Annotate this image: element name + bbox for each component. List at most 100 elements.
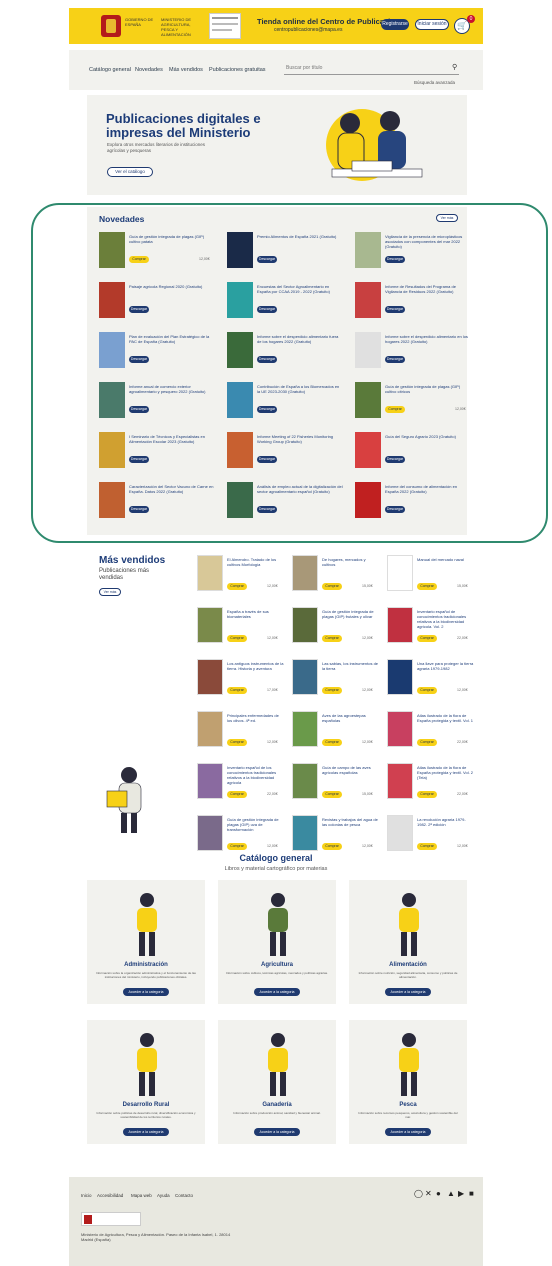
book-title[interactable]: Guía de gestión integrada de plagas (GIP… [129,234,215,244]
buy-button[interactable]: Comprar [417,635,437,642]
store-email[interactable]: centropublicaciones@mapa.es [274,27,342,33]
buy-button[interactable]: Comprar [385,406,405,413]
book-cover-image[interactable] [292,763,318,799]
book-title[interactable]: Guía de campo de las aves agrícolas espa… [322,765,380,775]
novedad-card[interactable]: Informe de Resultados del Programa de Vi… [355,282,475,322]
book-cover-image[interactable] [99,232,125,268]
book-cover-image[interactable] [355,432,381,468]
category-card[interactable]: Agricultura Información sobre cultivos, t… [218,880,336,1004]
novedad-card[interactable]: Informe Meeting of 22 Fisheries Monitori… [227,432,347,472]
book-title[interactable]: Encuestas del Sector Agroalimentario en … [257,284,343,294]
book-title[interactable]: Atlas ilustrado de la flora de España pr… [417,765,475,780]
novedad-card[interactable]: Informe sobre el desperdicio alimentario… [227,332,347,372]
download-button[interactable]: Descargar [385,256,405,263]
book-cover-image[interactable] [197,659,223,695]
download-button[interactable]: Descargar [257,506,277,513]
buy-button[interactable]: Comprar [129,256,149,263]
book-cover-image[interactable] [227,432,253,468]
book-title[interactable]: Informe de Resultados del Programa de Vi… [385,284,471,294]
book-cover-image[interactable] [355,232,381,268]
download-button[interactable]: Descargar [129,356,149,363]
bestseller-card[interactable]: Los antiguos instrumentos de la tierra. … [197,659,287,699]
buy-button[interactable]: Comprar [227,843,247,850]
book-title[interactable]: Guía de gestión integrada de plagas (GIP… [385,384,471,394]
book-title[interactable]: Informe sobre el desperdicio alimentario… [257,334,343,344]
book-cover-image[interactable] [355,282,381,318]
youtube-icon[interactable]: ▶ [458,1189,464,1198]
nav-catalogo[interactable]: Catálogo general [89,67,131,73]
book-title[interactable]: De hogares, mercados y cultivos [322,557,380,567]
footer-link-contacto[interactable]: Contacto [175,1193,193,1198]
bestseller-card[interactable]: Inventario español de conocimientos trad… [387,607,477,647]
book-title[interactable]: Informe del consumo de alimentación en E… [385,484,471,494]
book-title[interactable]: España a través de sus biomateriales [227,609,285,619]
novedad-card[interactable]: Informe sobre el desperdicio alimentario… [355,332,475,372]
download-button[interactable]: Descargar [257,256,277,263]
buy-button[interactable]: Comprar [417,583,437,590]
book-cover-image[interactable] [387,763,413,799]
buy-button[interactable]: Comprar [322,583,342,590]
book-cover-image[interactable] [355,332,381,368]
book-title[interactable]: Contribución de España a los Biomercados… [257,384,343,394]
buy-button[interactable]: Comprar [227,739,247,746]
download-button[interactable]: Descargar [257,306,277,313]
buy-button[interactable]: Comprar [227,635,247,642]
bestseller-card[interactable]: Guía de campo de las aves agrícolas espa… [292,763,382,803]
book-cover-image[interactable] [227,232,253,268]
download-button[interactable]: Descargar [385,306,405,313]
book-cover-image[interactable] [227,332,253,368]
nav-novedades[interactable]: Novedades [135,67,163,73]
download-button[interactable]: Descargar [129,506,149,513]
book-cover-image[interactable] [387,607,413,643]
search-icon[interactable]: ⚲ [452,63,457,71]
book-title[interactable]: El Almendro. Tratado de los cultivos Mor… [227,557,285,567]
footer-link-ayuda[interactable]: Ayuda [157,1193,170,1198]
buy-button[interactable]: Comprar [417,687,437,694]
novedad-card[interactable]: Informe anual de comercio exterior agroa… [99,382,219,422]
book-title[interactable]: Principales enfermedades de los olivos. … [227,713,285,723]
category-button[interactable]: Acceder a la categoría [254,1128,300,1136]
category-card[interactable]: Pesca Información sobre recursos pesquero… [349,1020,467,1144]
bestseller-card[interactable]: La revolución agraria 1979-1982. 2ª edic… [387,815,477,855]
book-title[interactable]: La revolución agraria 1979-1982. 2ª edic… [417,817,475,827]
government-logo[interactable]: GOBIERNO DE ESPAÑA MINISTERIO DE AGRICUL… [101,15,201,37]
telegram-icon[interactable]: ▲ [447,1189,455,1198]
category-button[interactable]: Acceder a la categoría [385,988,431,996]
footer-link-inicio[interactable]: Inicio [81,1193,92,1198]
download-button[interactable]: Descargar [257,406,277,413]
book-cover-image[interactable] [227,382,253,418]
book-title[interactable]: Una llave para proteger la tierra agrari… [417,661,475,671]
buy-button[interactable]: Comprar [417,739,437,746]
search-input[interactable]: Buscar por título [284,61,459,75]
book-title[interactable]: Paisaje agrícola Regional 2020 (Gratuito… [129,284,215,289]
bestseller-card[interactable]: Guía de gestión integrada de plagas (GIP… [197,815,287,855]
book-cover-image[interactable] [292,659,318,695]
book-cover-image[interactable] [292,607,318,643]
book-title[interactable]: Inventario español de los conocimientos … [227,765,285,785]
book-title[interactable]: Manual del mercado naval [417,557,475,562]
buy-button[interactable]: Comprar [322,635,342,642]
register-button[interactable]: Registrarse [381,19,409,30]
book-cover-image[interactable] [197,815,223,851]
download-button[interactable]: Descargar [129,406,149,413]
mas-vendidos-more-button[interactable]: Ver más [99,588,121,596]
bestseller-card[interactable]: Atlas ilustrado de la flora de España pr… [387,763,477,803]
buy-button[interactable]: Comprar [322,739,342,746]
category-card[interactable]: Desarrollo Rural Información sobre políti… [87,1020,205,1144]
book-cover-image[interactable] [387,815,413,851]
bestseller-card[interactable]: Atlas ilustrado de la flora de España pr… [387,711,477,751]
book-title[interactable]: Caracterización del Sector Vacuno de Car… [129,484,215,494]
book-cover-image[interactable] [99,382,125,418]
buy-button[interactable]: Comprar [227,791,247,798]
novedad-card[interactable]: Guía de gestión integrada de plagas (GIP… [99,232,219,272]
book-cover-image[interactable] [227,282,253,318]
book-title[interactable]: Guía de gestión integrada de plagas (GIP… [227,817,285,832]
nav-gratuitas[interactable]: Publicaciones gratuitas [209,67,266,73]
novedad-card[interactable]: Caracterización del Sector Vacuno de Car… [99,482,219,522]
download-button[interactable]: Descargar [385,356,405,363]
book-title[interactable]: Guía del Seguro Agrario 2023 (Gratuito) [385,434,471,439]
novedades-more-button[interactable]: Ver más [436,214,458,222]
bestseller-card[interactable]: De hogares, mercados y cultivos Comprar 15… [292,555,382,595]
category-button[interactable]: Acceder a la categoría [254,988,300,996]
book-title[interactable]: Aves de las agroestepas españolas [322,713,380,723]
